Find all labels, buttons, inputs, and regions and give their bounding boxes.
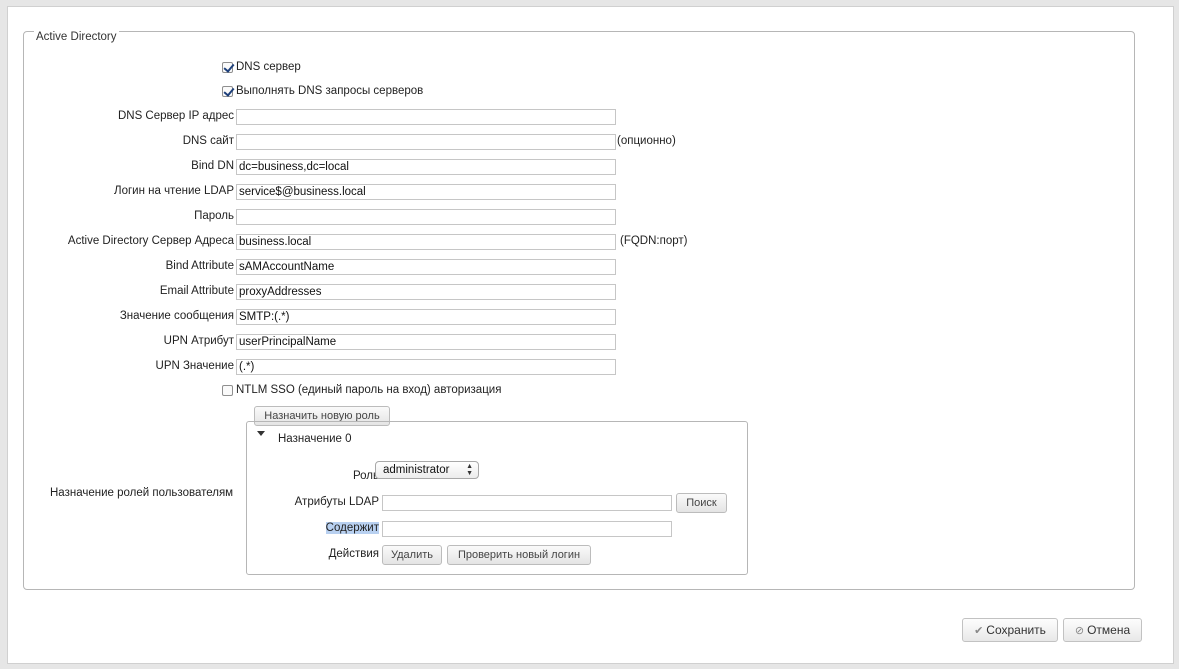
dns-queries-checkbox[interactable]: [222, 86, 233, 97]
contains-input[interactable]: [382, 521, 672, 537]
message-value-input[interactable]: [236, 309, 616, 325]
dns-ip-input[interactable]: [236, 109, 616, 125]
select-arrows-icon: ▲ ▼: [466, 463, 473, 477]
ntlm-sso-label: NTLM SSO (единый пароль на вход) авториз…: [236, 384, 502, 396]
upn-attribute-input[interactable]: [236, 334, 616, 350]
ldap-login-label: Логин на чтение LDAP: [114, 185, 234, 197]
check-new-login-button[interactable]: Проверить новый логин: [447, 545, 591, 565]
bind-attribute-label: Bind Attribute: [165, 260, 234, 272]
ad-server-label: Active Directory Сервер Адреса: [67, 235, 234, 247]
assignment-title: Назначение 0: [278, 433, 352, 445]
role-select[interactable]: administrator ▲ ▼: [375, 461, 479, 479]
dns-site-hint: (опционно): [617, 135, 676, 147]
dns-server-label: DNS сервер: [236, 61, 301, 73]
email-attribute-label: Email Attribute: [159, 285, 234, 297]
message-value-label: Значение сообщения: [119, 310, 234, 322]
dns-queries-label: Выполнять DNS запросы серверов: [236, 85, 424, 97]
contains-label-text: Содержит: [325, 522, 379, 534]
cancel-circle-icon: ⊘: [1074, 625, 1085, 637]
search-button[interactable]: Поиск: [676, 493, 727, 513]
dns-site-label: DNS сайт: [182, 135, 234, 147]
bind-dn-input[interactable]: [236, 159, 616, 175]
cancel-button[interactable]: ⊘ Отмена: [1063, 618, 1142, 642]
cancel-button-label: Отмена: [1087, 623, 1131, 637]
bind-dn-label: Bind DN: [191, 160, 234, 172]
password-input[interactable]: [236, 209, 616, 225]
upn-value-input[interactable]: [236, 359, 616, 375]
fieldset-legend: Active Directory: [34, 31, 119, 43]
delete-button[interactable]: Удалить: [382, 545, 442, 565]
dns-ip-label: DNS Сервер IP адрес: [117, 110, 234, 122]
email-attribute-input[interactable]: [236, 284, 616, 300]
password-label: Пароль: [194, 210, 234, 222]
upn-value-label: UPN Значение: [155, 360, 234, 372]
ldap-attributes-input[interactable]: [382, 495, 672, 511]
ldap-login-input[interactable]: [236, 184, 616, 200]
save-button-label: Сохранить: [986, 623, 1046, 637]
dns-server-checkbox[interactable]: [222, 62, 233, 73]
ad-server-input[interactable]: [236, 234, 616, 250]
actions-label: Действия: [328, 548, 379, 560]
checkmark-icon: ✔: [974, 625, 984, 637]
dns-site-input[interactable]: [236, 134, 616, 150]
ntlm-sso-checkbox[interactable]: [222, 385, 233, 396]
roles-label: Назначение ролей пользователям: [50, 487, 234, 499]
bind-attribute-input[interactable]: [236, 259, 616, 275]
role-select-value: administrator: [383, 464, 450, 476]
ad-server-hint: (FQDN:порт): [620, 235, 688, 247]
save-button[interactable]: ✔ Сохранить: [962, 618, 1058, 642]
ldap-attributes-label: Атрибуты LDAP: [294, 496, 379, 508]
upn-attribute-label: UPN Атрибут: [163, 335, 234, 347]
contains-label: Содержит: [325, 522, 379, 534]
collapse-triangle-icon[interactable]: [257, 431, 265, 436]
